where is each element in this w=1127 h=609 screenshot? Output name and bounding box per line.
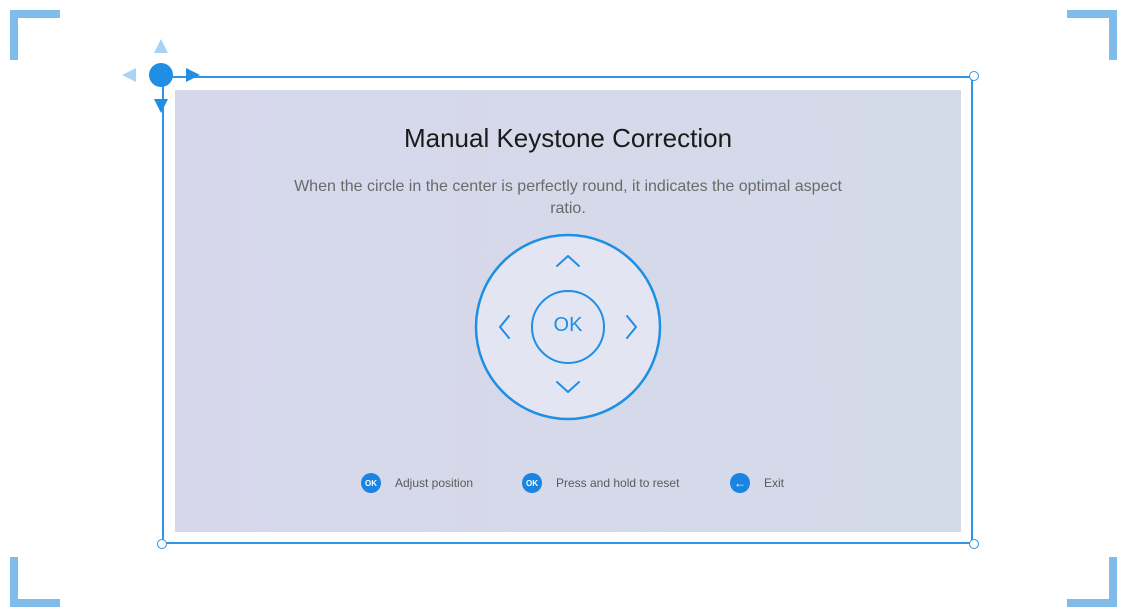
- dpad[interactable]: OK: [473, 232, 663, 422]
- page-title: Manual Keystone Correction: [403, 123, 733, 153]
- corner-guide-top-right: [1067, 10, 1117, 60]
- hint-press-hold-reset: OK Press and hold to reset: [522, 472, 679, 494]
- back-arrow-icon: ←: [730, 473, 750, 493]
- hint-exit: ← Exit: [730, 472, 784, 494]
- keystone-panel: Manual Keystone Correction When the circ…: [175, 90, 961, 532]
- ok-badge-icon: OK: [361, 473, 381, 493]
- corner-guide-bottom-left: [10, 557, 60, 607]
- hint-adjust-position: OK Adjust position: [361, 472, 473, 494]
- arrow-left-icon[interactable]: [122, 68, 136, 82]
- resize-handle-top-right[interactable]: [969, 71, 979, 81]
- ok-badge-icon: OK: [522, 473, 542, 493]
- hint-label: Exit: [764, 476, 785, 490]
- arrow-up-icon[interactable]: [154, 39, 168, 53]
- corner-guide-bottom-right: [1067, 557, 1117, 607]
- instruction-text: When the circle in the center is perfect…: [294, 178, 842, 217]
- resize-handle-bottom-right[interactable]: [969, 539, 979, 549]
- ok-label: OK: [553, 314, 583, 336]
- active-corner-handle[interactable]: [149, 63, 173, 87]
- resize-handle-bottom-left[interactable]: [157, 539, 167, 549]
- corner-guide-top-left: [10, 10, 60, 60]
- hint-label: Press and hold to reset: [556, 476, 680, 490]
- hint-label: Adjust position: [395, 476, 474, 490]
